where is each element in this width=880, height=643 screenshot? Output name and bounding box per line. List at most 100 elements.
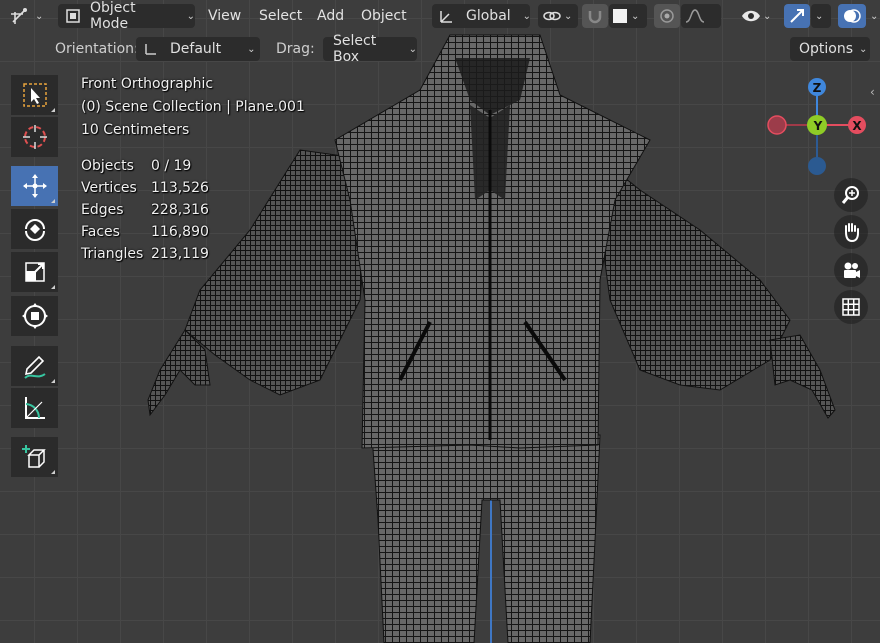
chevron-down-icon: ⌄ — [186, 10, 195, 22]
rotate-icon — [21, 215, 49, 243]
transform-tool[interactable] — [11, 296, 58, 336]
stat-faces-value: 116,890 — [151, 224, 209, 240]
viewport-header: ⌄ Object Mode ⌄ View Select Add Object G… — [0, 0, 880, 32]
measure-tool[interactable] — [11, 388, 58, 428]
3d-viewport[interactable] — [0, 0, 880, 643]
scale-tool[interactable] — [11, 252, 58, 292]
stat-edges-value: 228,316 — [151, 202, 209, 218]
camera-icon — [840, 259, 862, 281]
right-hand-mesh — [769, 334, 836, 419]
drag-field-label: Drag: — [276, 41, 315, 57]
stat-triangles-label: Triangles — [81, 246, 144, 262]
chevron-down-icon: ⌄ — [35, 10, 44, 22]
stat-vertices-label: Vertices — [81, 180, 137, 196]
transform-icon — [21, 302, 49, 330]
stat-vertices-value: 113,526 — [151, 180, 209, 196]
grid-icon — [840, 296, 862, 318]
scale-icon — [21, 258, 49, 286]
proportional-edit-toggle[interactable] — [654, 4, 680, 28]
global-orientation-icon — [438, 7, 456, 25]
orientation-label: Global — [466, 8, 511, 24]
navigation-gizmo[interactable]: Z X Y — [760, 72, 876, 182]
cursor-select-icon — [21, 81, 49, 109]
zoom-button[interactable] — [834, 178, 868, 212]
gizmo-z-label: Z — [813, 81, 822, 95]
overlays-toggle[interactable] — [838, 4, 866, 28]
axis-editor-icon — [9, 6, 29, 26]
gizmo-y-label: Y — [813, 119, 823, 133]
chevron-down-icon[interactable]: ⌄ — [870, 4, 878, 28]
tool-settings-header: Orientation: Default ⌄ Drag: Select Box … — [0, 33, 880, 65]
gizmo-toggle[interactable] — [784, 4, 810, 28]
stat-faces-label: Faces — [81, 224, 120, 240]
view-name: Front Orthographic — [81, 76, 214, 92]
orientation-dropdown[interactable]: Default ⌄ — [136, 37, 260, 61]
gizmo-x-label: X — [852, 119, 862, 133]
mode-label: Object Mode — [90, 0, 136, 32]
neg-z-axis-handle — [808, 157, 826, 175]
chevron-down-icon: ⌄ — [859, 43, 868, 55]
magnet-icon — [587, 8, 603, 24]
options-dropdown[interactable]: Options ⌄ — [790, 37, 870, 61]
stat-objects-value: 0 / 19 — [151, 158, 192, 174]
chevron-down-icon: ⌄ — [631, 10, 640, 22]
link-icon — [542, 7, 562, 25]
drag-dropdown-value: Select Box — [333, 33, 377, 65]
menu-add[interactable]: Add — [317, 4, 344, 28]
drag-dropdown[interactable]: Select Box ⌄ — [323, 33, 417, 65]
stat-objects-label: Objects — [81, 158, 134, 174]
options-label: Options — [799, 41, 854, 57]
menu-view[interactable]: View — [208, 4, 241, 28]
wireframe-mesh[interactable] — [0, 0, 880, 643]
rotate-tool[interactable] — [11, 209, 58, 249]
select-box-tool[interactable] — [11, 75, 58, 115]
proportional-edit-icon — [659, 8, 675, 24]
pan-button[interactable] — [834, 215, 868, 249]
add-cube-icon — [21, 443, 49, 471]
stat-triangles-value: 213,119 — [151, 246, 209, 262]
orientation-axes-icon — [142, 41, 158, 57]
move-tool[interactable] — [11, 166, 58, 206]
measure-icon — [21, 394, 49, 422]
pivot-point-dropdown[interactable]: ⌄ — [538, 4, 578, 28]
add-cube-tool[interactable] — [11, 437, 58, 477]
neg-x-axis-handle — [767, 115, 787, 135]
left-sleeve-mesh — [184, 149, 373, 396]
object-mode-icon — [64, 7, 82, 25]
menu-select[interactable]: Select — [259, 4, 302, 28]
camera-view-button[interactable] — [834, 253, 868, 287]
annotate-icon — [21, 352, 49, 380]
mode-dropdown[interactable]: Object Mode ⌄ — [58, 0, 195, 32]
falloff-curve-icon — [685, 8, 705, 24]
orientation-field-label: Orientation: — [55, 41, 139, 57]
pants-mesh — [371, 434, 601, 643]
move-icon — [21, 172, 49, 200]
chevron-down-icon: ⌄ — [763, 10, 772, 22]
transform-orientation-dropdown[interactable]: Global ⌄ — [432, 4, 532, 28]
visibility-dropdown[interactable]: ⌄ — [738, 4, 776, 28]
snap-toggle[interactable] — [582, 4, 608, 28]
eye-icon — [741, 8, 761, 24]
gizmo-dropdown[interactable]: ⌄ — [811, 4, 831, 28]
hand-icon — [840, 221, 862, 243]
stat-edges-label: Edges — [81, 202, 124, 218]
orientation-dropdown-value: Default — [170, 41, 222, 57]
zoom-icon — [840, 184, 862, 206]
snap-target-dropdown[interactable]: ⌄ — [609, 4, 647, 28]
cursor-tool[interactable] — [11, 117, 58, 157]
scene-collection-label: (0) Scene Collection | Plane.001 — [81, 99, 305, 115]
orthographic-toggle-button[interactable] — [834, 290, 868, 324]
chevron-down-icon: ⌄ — [815, 10, 824, 22]
falloff-dropdown[interactable] — [681, 4, 721, 28]
sidebar-toggle-chevron-icon[interactable]: ‹ — [870, 80, 875, 104]
annotate-tool[interactable] — [11, 346, 58, 386]
chevron-down-icon: ⌄ — [247, 43, 256, 55]
gizmo-arrow-icon — [788, 7, 806, 25]
chevron-down-icon: ⌄ — [522, 10, 532, 22]
menu-object[interactable]: Object — [361, 4, 407, 28]
snap-increment-icon — [613, 9, 627, 23]
chevron-down-icon: ⌄ — [408, 43, 417, 55]
chevron-down-icon: ⌄ — [564, 10, 573, 22]
3d-cursor-icon — [21, 123, 49, 151]
editor-type-selector[interactable]: ⌄ — [9, 4, 49, 28]
